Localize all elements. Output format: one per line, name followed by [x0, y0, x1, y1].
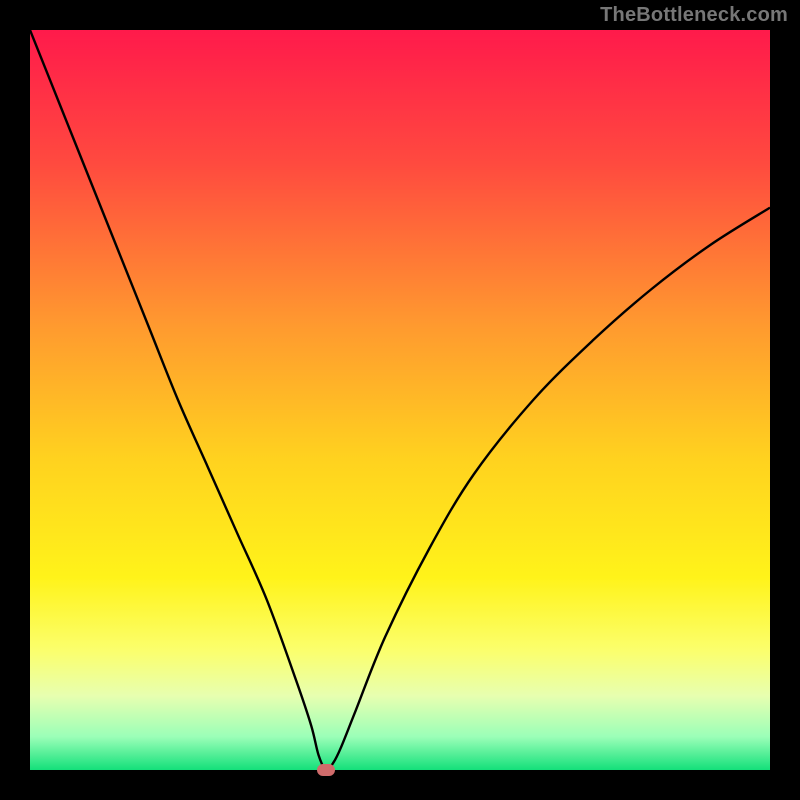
curve-layer [30, 30, 770, 770]
minimum-marker [317, 764, 335, 776]
watermark-text: TheBottleneck.com [600, 4, 788, 27]
bottleneck-curve [30, 30, 770, 770]
chart-stage: TheBottleneck.com [0, 0, 800, 800]
plot-area [30, 30, 770, 770]
